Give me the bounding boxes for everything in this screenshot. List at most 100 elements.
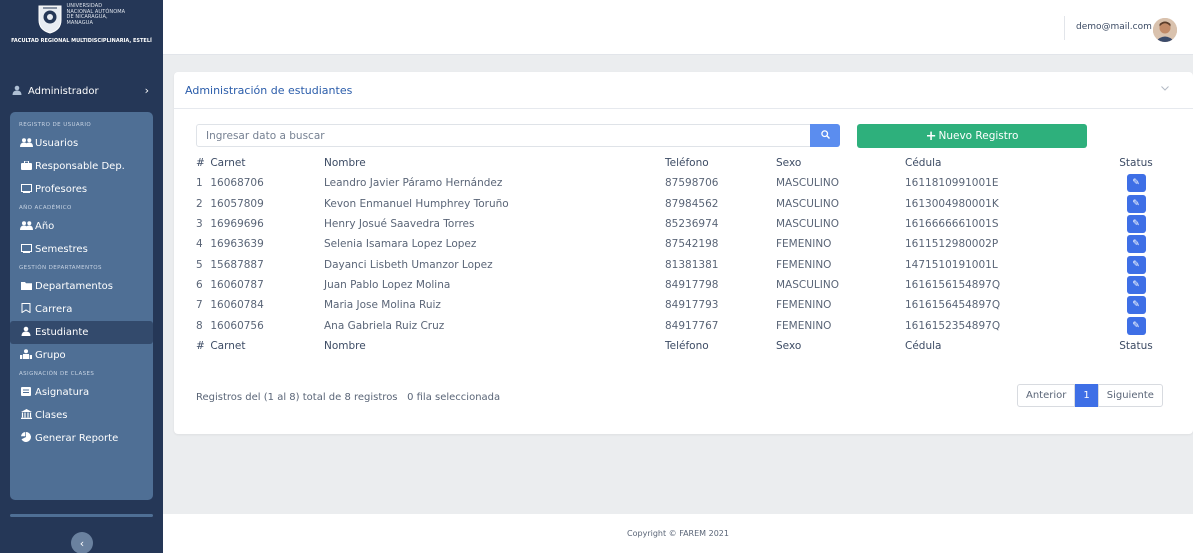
sidebar-item-label: Clases [35,410,68,421]
sidebar-item-usuarios[interactable]: Usuarios [10,132,153,155]
sidebar-item-semestres[interactable]: Semestres [10,238,153,261]
pagination-previous[interactable]: Anterior [1017,384,1076,407]
search-input[interactable] [196,124,840,147]
cell-sexo: FEMENINO [776,238,832,251]
cell-telefono: 84917793 [665,299,719,312]
sidebar-item-clases[interactable]: Clases [10,404,153,427]
column-header-carnet[interactable]: # Carnet [196,153,324,173]
plus-icon: + [925,128,937,144]
cell-status: ✎ [1101,234,1171,254]
sidebar-item-asignatura[interactable]: Asignatura [10,381,153,404]
sidebar-item-label: Grupo [35,350,66,361]
column-header-status[interactable]: Status [1101,153,1171,173]
cell-cedula: 1611512980002P [905,238,999,251]
column-header-cedula[interactable]: Cédula [905,153,1101,173]
student-icon [19,326,33,339]
search-button[interactable] [810,124,840,147]
section-registro: REGISTRO DE USUARIO [19,122,92,128]
table-row[interactable]: 4 16963639 Selenia Isamara Lopez Lopez 8… [196,234,1171,254]
institution-icon [19,409,33,422]
sidebar-item-carrera[interactable]: Carrera [10,298,153,321]
chevron-down-icon[interactable] [1161,84,1169,94]
cell-nombre: Juan Pablo Lopez Molina [324,278,451,291]
cell-nombre: Ana Gabriela Ruiz Cruz [324,319,445,332]
sidebar-item-reporte[interactable]: Generar Reporte [10,427,153,450]
sidebar-item-profesores[interactable]: Profesores [10,178,153,201]
edit-icon[interactable]: ✎ [1126,296,1146,315]
table-row[interactable]: 6 16060787 Juan Pablo Lopez Molina 84917… [196,275,1171,295]
sidebar-item-anio[interactable]: Año [10,215,153,238]
table-row[interactable]: 3 16969696 Henry Josué Saavedra Torres 8… [196,214,1171,234]
cell-cedula: 1616156154897Q [905,278,1001,291]
sidebar-collapse-button[interactable]: ‹ [71,532,93,553]
users-icon [19,220,33,233]
column-footer-nombre: Nombre [324,339,366,352]
sidebar-item-label: Estudiante [35,327,89,338]
cell-status: ✎ [1101,254,1171,274]
column-header-telefono[interactable]: Teléfono [665,153,776,173]
chevron-left-icon: ‹ [79,536,85,550]
pagination: Anterior 1 Siguiente [1017,384,1163,407]
new-record-button[interactable]: + Nuevo Registro [857,124,1087,148]
table-footer-row: # Carnet Nombre Teléfono Sexo Cédula Sta… [196,336,1171,356]
card-header[interactable]: Administración de estudiantes [174,72,1193,109]
table-row[interactable]: 1 16068706 Leandro Javier Páramo Hernánd… [196,173,1171,193]
sidebar-item-departamentos[interactable]: Departamentos [10,275,153,298]
cell-nombre: Leandro Javier Páramo Hernández [324,177,503,190]
cell-status: ✎ [1101,295,1171,315]
sidebar-item-label: Profesores [35,184,88,195]
sidebar-divider [10,514,153,517]
sidebar-item-responsable[interactable]: Responsable Dep. [10,155,153,178]
column-header-nombre[interactable]: Nombre [324,153,665,173]
pagination-page-current[interactable]: 1 [1075,384,1098,407]
sidebar-item-label: Departamentos [35,281,113,292]
table-row[interactable]: 2 16057809 Kevon Enmanuel Humphrey Toruñ… [196,194,1171,214]
edit-icon[interactable]: ✎ [1126,194,1146,213]
brand: UNIVERSIDAD NACIONAL AUTÓNOMA DE NICARAG… [0,0,163,68]
pie-chart-icon [19,432,33,445]
sidebar-item-label: Asignatura [35,387,90,398]
cell-sexo: FEMENINO [776,319,832,332]
cell-cedula: 1616156454897Q [905,299,1001,312]
edit-icon[interactable]: ✎ [1126,255,1146,274]
cell-cedula: 1616666661001S [905,218,999,231]
cell-nombre: Henry Josué Saavedra Torres [324,218,475,231]
bookmark-icon [19,303,33,316]
admin-label: Administrador [28,85,99,97]
edit-icon[interactable]: ✎ [1126,235,1146,254]
group-icon [19,349,33,362]
edit-icon[interactable]: ✎ [1126,174,1146,193]
table-row[interactable]: 8 16060756 Ana Gabriela Ruiz Cruz 849177… [196,315,1171,335]
edit-icon[interactable]: ✎ [1126,275,1146,294]
avatar[interactable] [1153,18,1177,42]
cell-sexo: MASCULINO [776,177,839,190]
cell-carnet: 6 16060787 [196,278,264,291]
faculty-name: FACULTAD REGIONAL MULTIDISCIPLINARIA, ES… [11,38,152,44]
cell-sexo: MASCULINO [776,197,839,210]
cell-carnet: 5 15687887 [196,258,264,271]
copyright: Copyright © FAREM 2021 [627,529,729,538]
cell-telefono: 87984562 [665,197,719,210]
column-footer-telefono: Teléfono [665,339,709,352]
edit-icon[interactable]: ✎ [1126,215,1146,234]
table-row[interactable]: 7 16060784 Maria Jose Molina Ruiz 849177… [196,295,1171,315]
university-seal-logo [38,5,61,34]
admin-toggle[interactable]: Administrador › [0,78,163,104]
sidebar-item-estudiante[interactable]: Estudiante [10,321,153,344]
new-record-label: Nuevo Registro [938,130,1019,142]
edit-icon[interactable]: ✎ [1126,316,1146,335]
records-info: Registros del (1 al 8) total de 8 regist… [196,392,398,403]
selected-info: 0 fila seleccionada [407,392,501,403]
user-email[interactable]: demo@mail.com [1076,22,1152,32]
top-header: demo@mail.com [163,0,1193,55]
cell-carnet: 2 16057809 [196,197,264,210]
search-icon [820,129,830,142]
pagination-next[interactable]: Siguiente [1097,384,1163,407]
card-title: Administración de estudiantes [185,83,353,97]
cell-sexo: MASCULINO [776,278,839,291]
table-row[interactable]: 5 15687887 Dayanci Lisbeth Umanzor Lopez… [196,254,1171,274]
students-card: Administración de estudiantes + Nuevo Re… [174,72,1193,434]
cell-status: ✎ [1101,194,1171,214]
sidebar-item-grupo[interactable]: Grupo [10,344,153,367]
column-header-sexo[interactable]: Sexo [776,153,905,173]
